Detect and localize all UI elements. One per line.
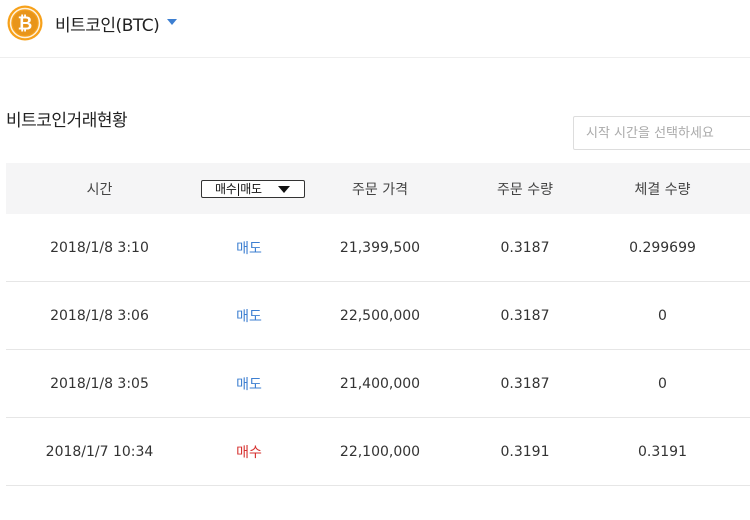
row-price: 21,400,000 <box>339 375 421 392</box>
side-filter-label: 매수|매도 <box>215 182 262 196</box>
bitcoin-icon: ₿ <box>7 5 43 41</box>
row-time: 2018/1/8 3:05 <box>50 375 149 392</box>
column-header-price: 주문 가격 <box>352 181 408 198</box>
table-row: 2018/1/8 3:06 매도 22,500,000 0.3187 0 <box>6 282 750 350</box>
row-filled: 0.3191 <box>638 443 687 460</box>
table-row: 2018/1/7 10:34 매수 22,100,000 0.3191 0.31… <box>6 418 750 486</box>
caret-down-icon <box>167 19 178 25</box>
caret-down-icon <box>278 185 290 193</box>
row-time: 2018/1/7 10:34 <box>45 443 154 460</box>
row-side: 매수 <box>236 444 262 461</box>
column-header-time: 시간 <box>86 181 113 198</box>
row-price: 22,100,000 <box>339 443 421 460</box>
trade-table: 시간 매수|매도 주문 가격 주문 수량 체결 수량 2018/1/8 3:10… <box>6 163 750 486</box>
column-header-qty: 주문 수량 <box>497 181 553 198</box>
side-filter-select[interactable]: 매수|매도 <box>201 179 305 198</box>
top-header: ₿ 비트코인(BTC) <box>0 0 750 58</box>
row-time: 2018/1/8 3:10 <box>50 239 149 256</box>
row-side: 매도 <box>236 240 262 257</box>
svg-text:₿: ₿ <box>18 14 33 35</box>
column-header-side: 매수|매도 <box>193 179 305 198</box>
row-qty: 0.3191 <box>500 443 550 460</box>
row-price: 21,399,500 <box>339 239 421 256</box>
row-price: 22,500,000 <box>339 307 421 324</box>
section-title: 비트코인거래현황 <box>6 111 128 131</box>
column-header-filled: 체결 수량 <box>634 181 691 198</box>
row-side: 매도 <box>236 308 262 325</box>
coin-selector[interactable]: 비트코인(BTC) <box>55 11 178 36</box>
row-filled: 0.299699 <box>629 239 696 256</box>
row-qty: 0.3187 <box>500 307 550 324</box>
row-time: 2018/1/8 3:06 <box>50 307 149 324</box>
row-side: 매도 <box>236 376 262 393</box>
row-qty: 0.3187 <box>500 239 550 256</box>
row-filled: 0 <box>658 375 667 392</box>
table-row: 2018/1/8 3:05 매도 21,400,000 0.3187 0 <box>6 350 750 418</box>
table-header: 시간 매수|매도 주문 가격 주문 수량 체결 수량 <box>6 163 750 214</box>
start-time-input[interactable] <box>573 116 750 150</box>
coin-name: 비트코인(BTC) <box>55 15 160 36</box>
row-qty: 0.3187 <box>500 375 550 392</box>
table-row: 2018/1/8 3:10 매도 21,399,500 0.3187 0.299… <box>6 214 750 282</box>
row-filled: 0 <box>658 307 667 324</box>
